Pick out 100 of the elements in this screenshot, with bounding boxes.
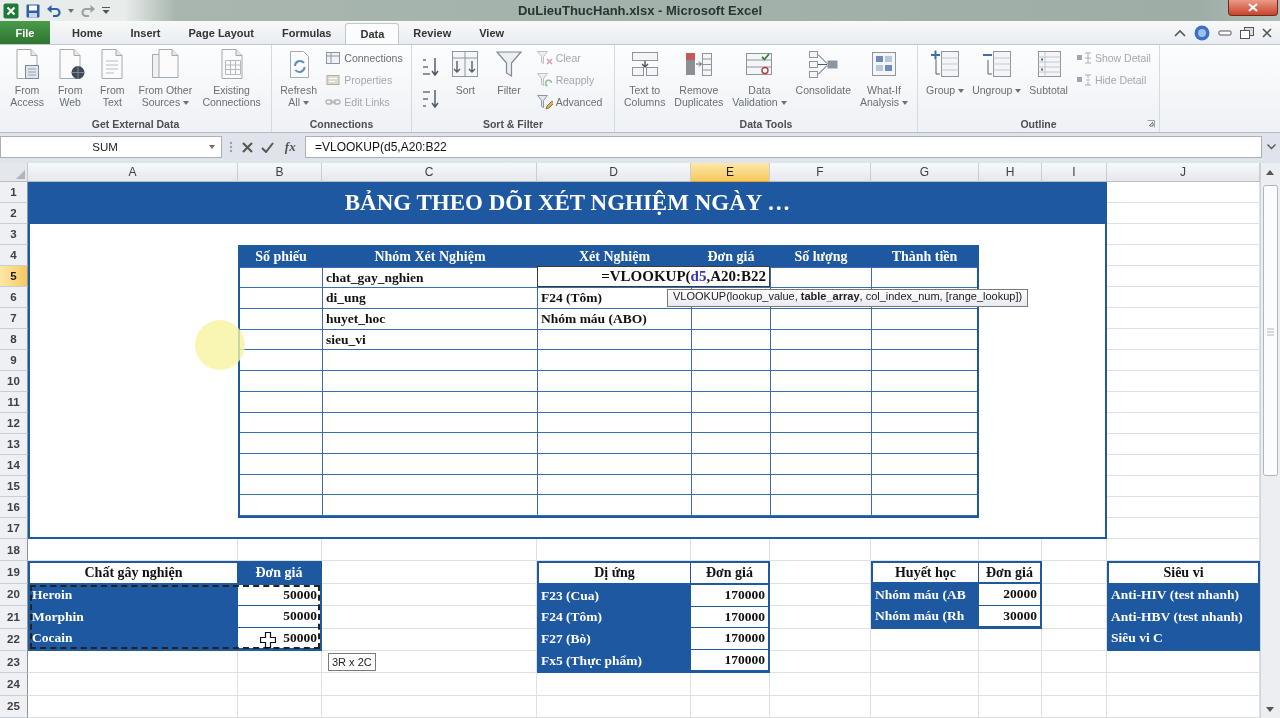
ribbon-button[interactable]: Group [924, 47, 967, 96]
column-header: Số lượng [771, 247, 872, 268]
ribbon-tab[interactable]: File [0, 21, 50, 44]
row-number[interactable]: 10 [0, 371, 28, 392]
close-button[interactable] [1228, 0, 1278, 16]
ribbon-button[interactable]: Data Validation [730, 47, 789, 108]
sheet-column-header[interactable]: D [537, 163, 691, 182]
funnel-arrow-icon [536, 72, 553, 88]
enter-icon[interactable] [261, 141, 275, 153]
cancel-icon[interactable] [241, 141, 253, 153]
row-number[interactable]: 1 [0, 182, 28, 203]
ribbon-button[interactable]: Consolidate [793, 47, 853, 96]
table-cell: F24 (Tôm) [539, 606, 691, 629]
sheet-column-header[interactable]: F [770, 163, 871, 182]
collapse-ribbon-icon[interactable] [1174, 28, 1186, 37]
sort-button[interactable] [421, 56, 440, 78]
sheet-column-header[interactable]: C [322, 163, 537, 182]
undo-icon[interactable] [47, 4, 61, 17]
row-number[interactable]: 2 [0, 203, 28, 224]
dialog-launcher-icon[interactable] [1147, 119, 1155, 128]
formula-input[interactable]: =VLOOKUP(d5,A20:B22 [305, 136, 1262, 158]
ribbon-group-label: Get External Data [91, 117, 180, 130]
vertical-scrollbar[interactable] [1260, 163, 1280, 718]
table-cell: Heroin [30, 584, 238, 607]
ribbon-button[interactable]: From Web [52, 47, 89, 108]
ribbon-small-button[interactable]: Connections [323, 47, 405, 69]
row-number[interactable]: 8 [0, 329, 28, 350]
ribbon-tab[interactable]: View [465, 21, 519, 44]
group-rows-icon [929, 48, 962, 80]
table-cell: F27 (Bò) [539, 628, 691, 650]
funnel-pencil-icon [536, 94, 553, 110]
row-number[interactable]: 13 [0, 434, 28, 455]
ribbon-button[interactable]: Text to Columns [621, 47, 668, 108]
ribbon-button[interactable]: From Text [94, 47, 131, 108]
row-number[interactable]: 17 [0, 518, 28, 539]
ribbon-button[interactable]: Existing Connections [200, 47, 263, 108]
caret-icon [1015, 89, 1022, 94]
cell-editor[interactable]: =VLOOKUP(d5,A20:B22 [537, 266, 770, 287]
ribbon-button[interactable]: What-If Analysis [857, 47, 910, 108]
customize-caret-icon[interactable] [102, 7, 110, 14]
app-logo-icon[interactable] [3, 2, 19, 19]
cross-cursor-icon [260, 631, 276, 648]
row-number[interactable]: 3 [0, 224, 28, 245]
ribbon-button[interactable]: Filter [490, 47, 527, 96]
insert-function-button[interactable]: fx [282, 139, 298, 155]
expand-icon[interactable] [1266, 144, 1276, 150]
row-number[interactable]: 7 [0, 308, 28, 329]
sort-button[interactable] [421, 88, 440, 110]
caret-icon [302, 101, 309, 106]
save-icon[interactable] [26, 3, 40, 18]
help-icon[interactable] [1194, 24, 1210, 41]
sort-ascending-icon [421, 56, 440, 78]
row-number[interactable]: 12 [0, 413, 28, 434]
table-cell: Anti-HBV (test nhanh) [1109, 606, 1258, 628]
row-number[interactable]: 19 [0, 561, 28, 584]
sheet-column-header[interactable]: E [691, 163, 770, 182]
close-icon[interactable] [1262, 27, 1272, 38]
table-cell: F23 (Cua) [539, 585, 691, 607]
row-number[interactable]: 24 [0, 673, 28, 696]
ribbon-tab[interactable]: Insert [116, 21, 175, 44]
ribbon-button[interactable]: Refresh All [278, 47, 320, 108]
restore-icon[interactable] [1240, 26, 1254, 39]
ribbon-button[interactable]: Remove Duplicates [672, 47, 726, 108]
sheet-column-header[interactable]: G [871, 163, 979, 182]
ribbon-small-button[interactable]: Advanced [534, 91, 605, 113]
sheet-column-header[interactable]: I [1042, 163, 1107, 182]
minimize-icon[interactable] [1218, 28, 1232, 37]
sheet-column-header[interactable]: B [238, 163, 322, 182]
ribbon-button[interactable]: From Other Sources [136, 47, 195, 108]
row-number[interactable]: 21 [0, 606, 28, 629]
row-number[interactable]: 6 [0, 287, 28, 308]
ribbon-button[interactable]: Ungroup [970, 47, 1024, 96]
row-number[interactable]: 4 [0, 245, 28, 266]
column-header: Xét Nghiệm [538, 247, 692, 268]
row-number[interactable]: 23 [0, 650, 28, 674]
row-number[interactable]: 25 [0, 695, 28, 718]
grip-icon [229, 141, 234, 153]
row-number[interactable]: 18 [0, 539, 28, 562]
ribbon-tab[interactable]: Page Layout [174, 21, 268, 44]
ribbon-tab[interactable]: Home [58, 21, 117, 44]
column-header: Dị ứng [539, 563, 691, 585]
ribbon-button[interactable]: Sort [447, 47, 484, 96]
row-number[interactable]: 22 [0, 628, 28, 651]
row-number[interactable]: 16 [0, 497, 28, 518]
ribbon-tab[interactable]: Data [345, 23, 400, 44]
sheet-column-header[interactable]: A [28, 163, 238, 182]
name-box[interactable]: SUM [0, 136, 222, 158]
row-number[interactable]: 15 [0, 476, 28, 497]
row-number[interactable]: 5 [0, 266, 28, 287]
ribbon-button[interactable]: Subtotal [1027, 47, 1070, 96]
row-number[interactable]: 11 [0, 392, 28, 413]
sheet-column-header[interactable]: J [1107, 163, 1260, 182]
row-number[interactable]: 9 [0, 350, 28, 371]
ribbon-group-label: Connections [309, 117, 374, 130]
row-number[interactable]: 14 [0, 455, 28, 476]
ribbon-tab[interactable]: Formulas [267, 21, 346, 44]
row-number[interactable]: 20 [0, 583, 28, 607]
sheet-column-header[interactable]: H [979, 163, 1042, 182]
ribbon-button[interactable]: From Access [8, 47, 46, 108]
ribbon-tab[interactable]: Review [399, 21, 466, 44]
